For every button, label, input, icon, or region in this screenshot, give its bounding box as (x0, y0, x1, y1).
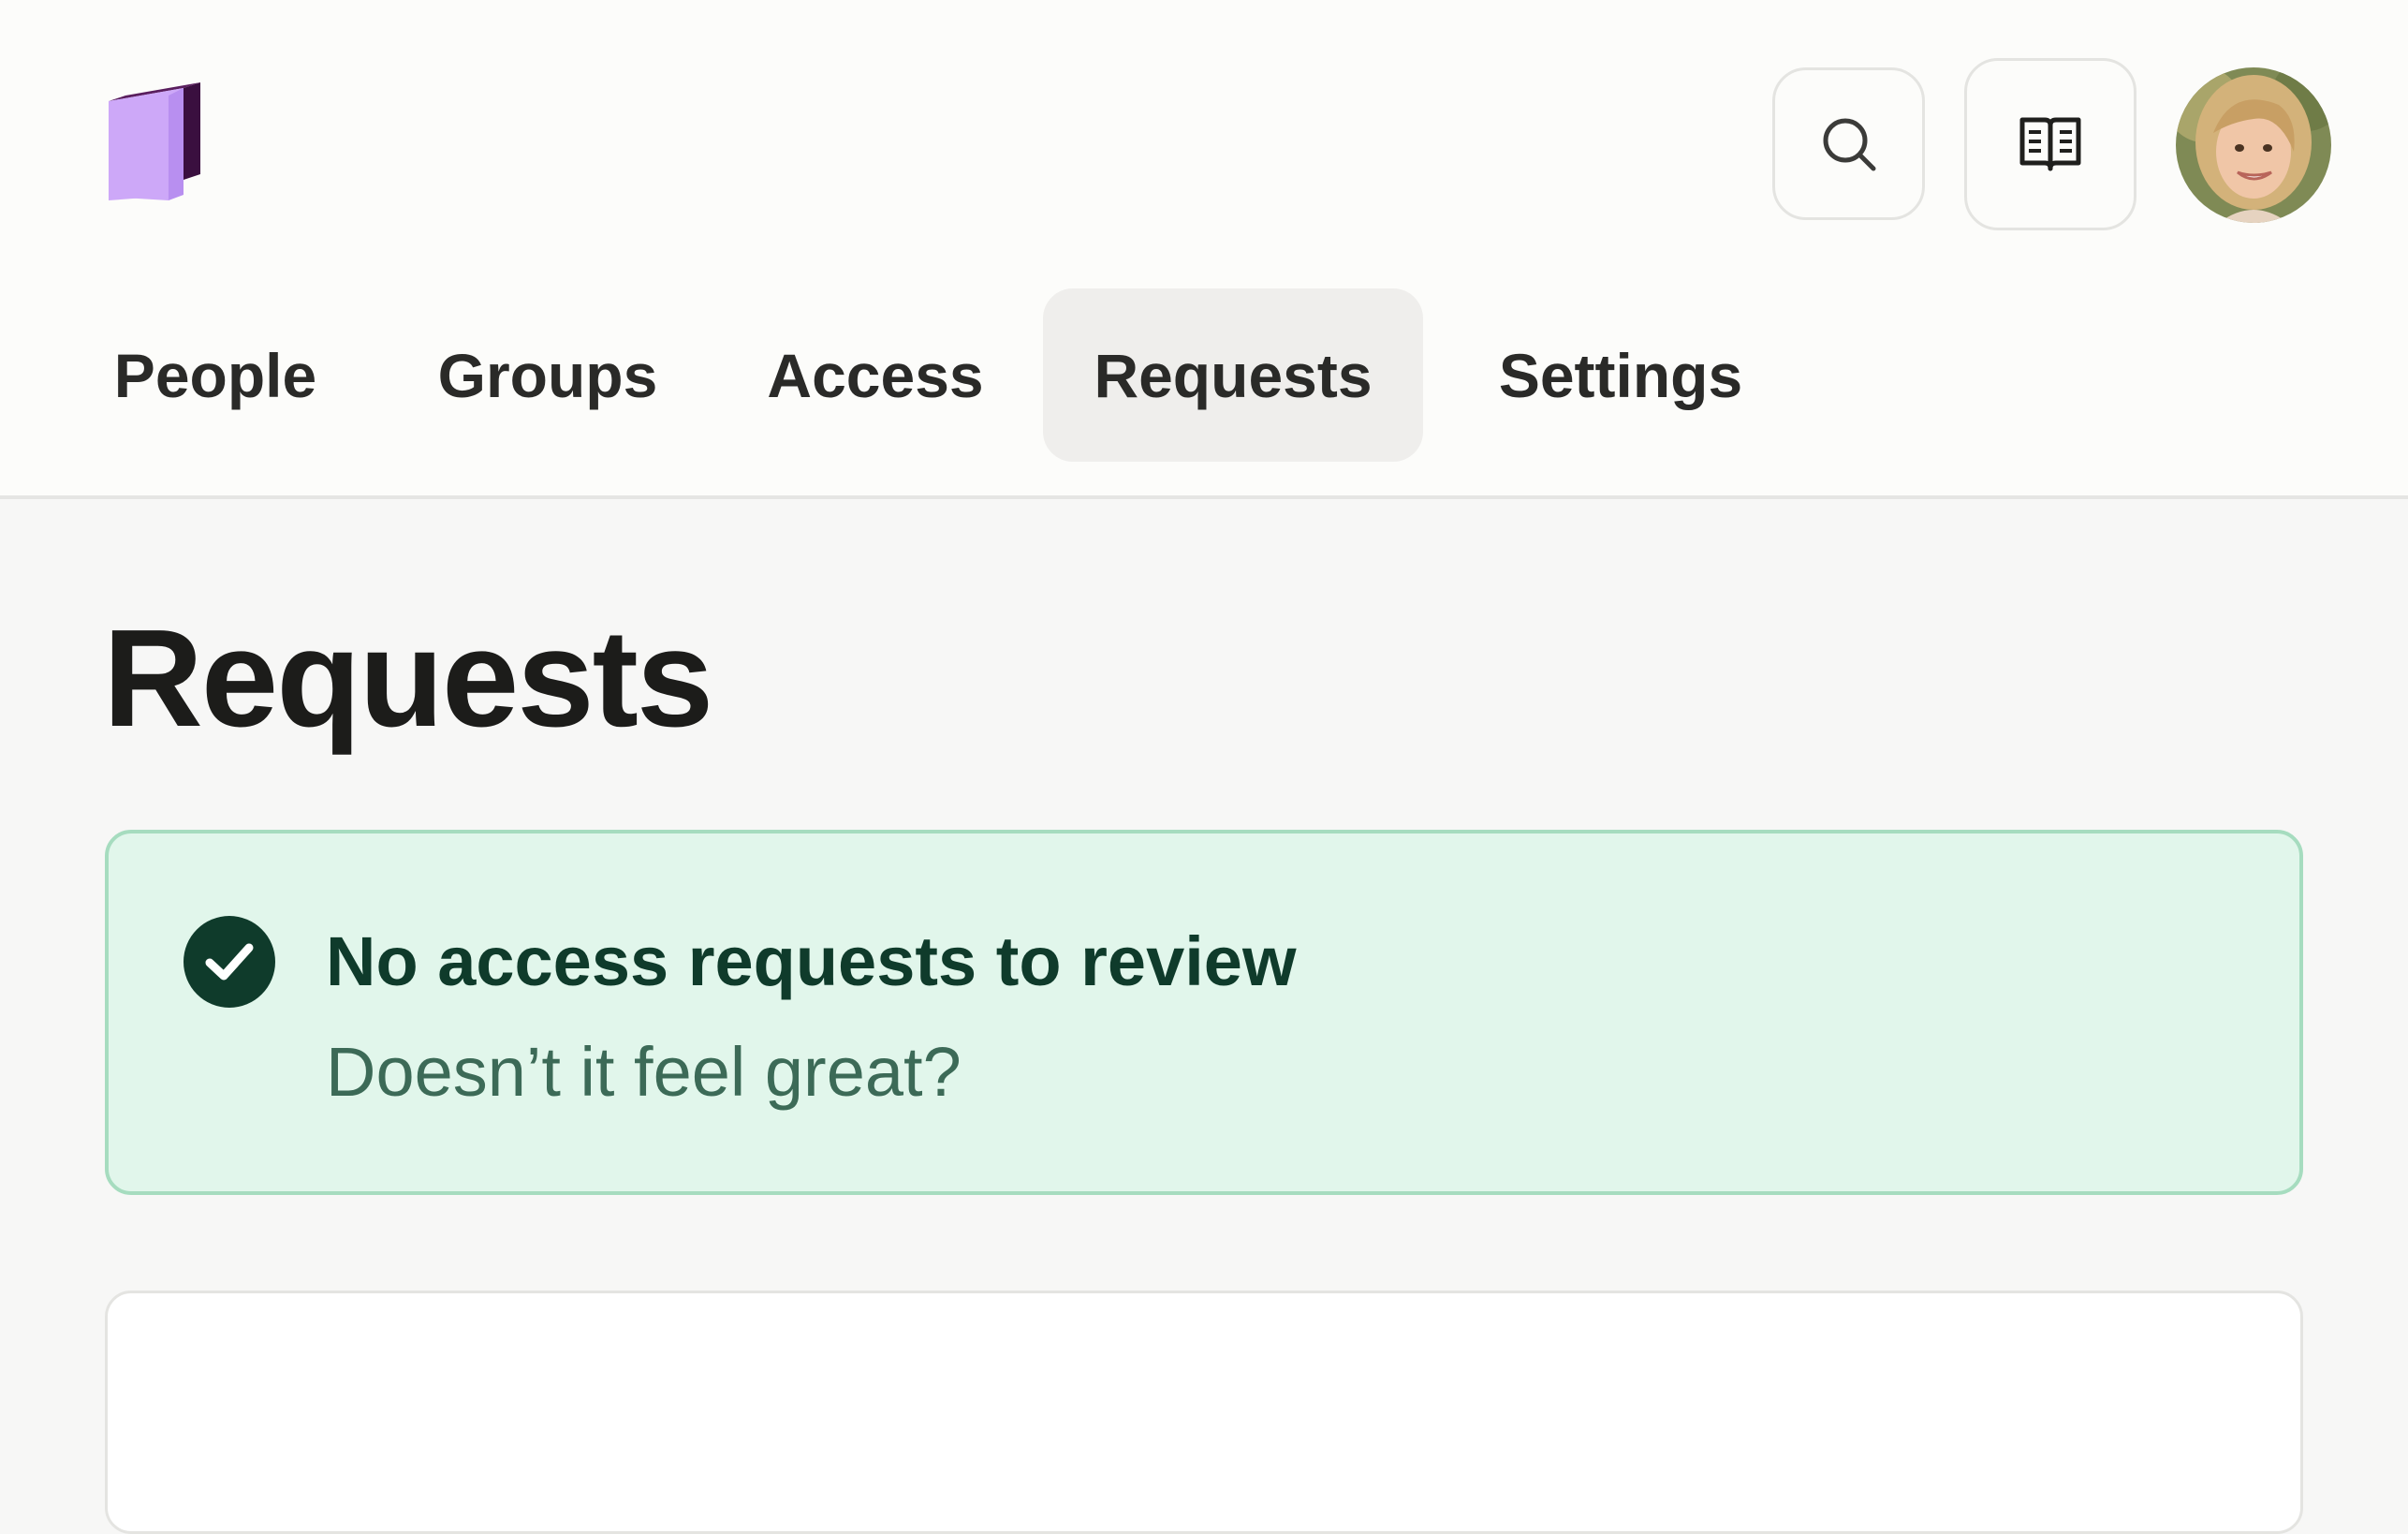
docs-button[interactable] (1964, 58, 2136, 230)
tab-groups[interactable]: Groups (431, 288, 665, 462)
box-logo-icon[interactable] (103, 82, 215, 206)
top-header: People Groups Access Requests Settings (0, 0, 2408, 499)
requests-list-card (105, 1291, 2303, 1534)
alert-title: No access requests to review (326, 922, 1297, 1000)
search-button[interactable] (1772, 67, 1925, 220)
alert-subtitle: Doesn’t it feel great? (326, 1033, 962, 1111)
tab-settings[interactable]: Settings (1487, 288, 1755, 462)
avatar-photo (2176, 67, 2331, 223)
tab-people[interactable]: People (103, 288, 328, 462)
user-avatar[interactable] (2176, 67, 2331, 223)
success-alert: No access requests to review Doesn’t it … (105, 830, 2303, 1195)
tab-access[interactable]: Access (767, 288, 983, 462)
primary-nav: People Groups Access Requests Settings (0, 288, 2408, 462)
search-icon (1823, 118, 1875, 170)
check-circle-icon (184, 916, 275, 1008)
page-title: Requests (103, 601, 713, 756)
open-book-icon (2019, 117, 2081, 171)
tab-requests[interactable]: Requests (1043, 288, 1423, 462)
